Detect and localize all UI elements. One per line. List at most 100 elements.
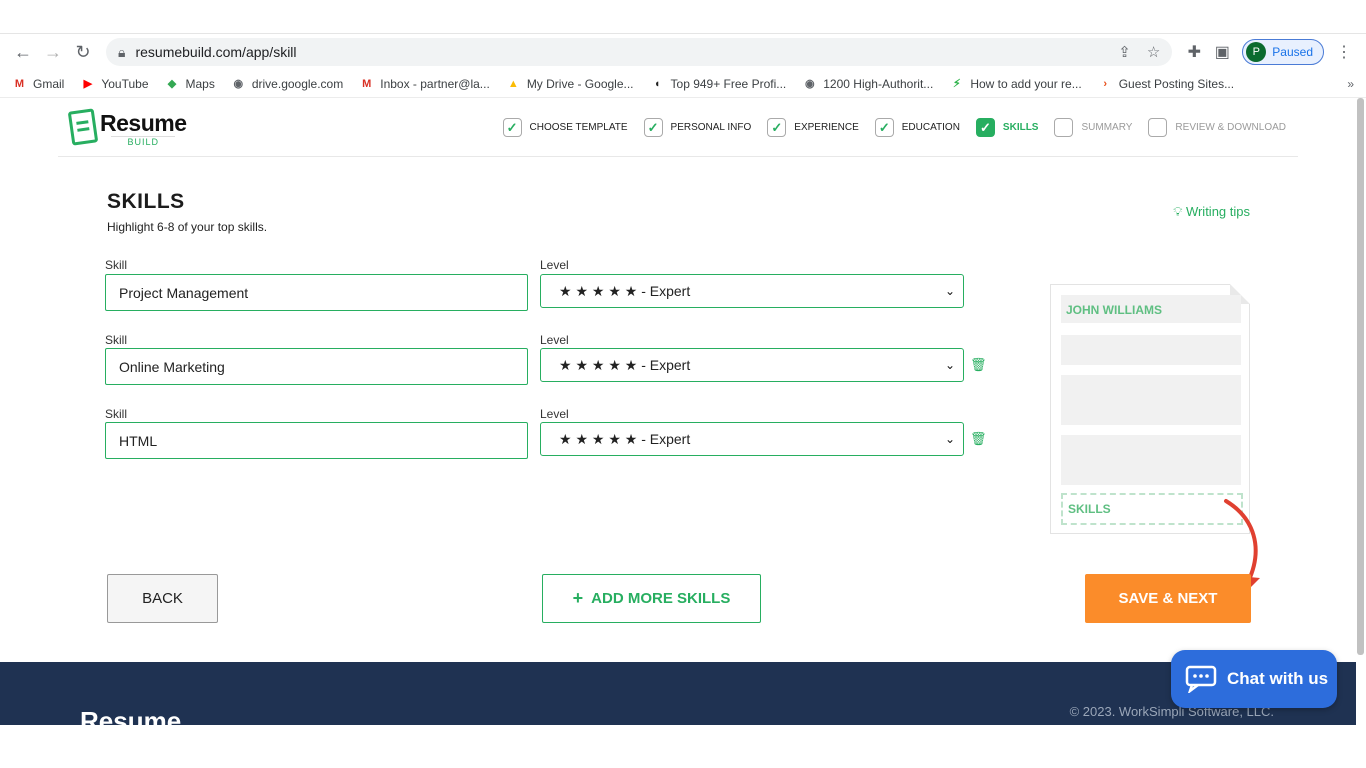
skill-label: Skill bbox=[105, 333, 128, 347]
bookmark-item[interactable]: ◖ Top 949+ Free Profi... bbox=[650, 76, 787, 91]
checkbox-checked-icon: ✓ bbox=[975, 118, 995, 137]
step-item[interactable]: ✓ PERSONAL INFO bbox=[643, 118, 751, 137]
level-select[interactable]: ★ ★ ★ ★ ★ - Expert ⌄ bbox=[540, 274, 964, 308]
reload-icon[interactable]: ↻ bbox=[68, 37, 98, 67]
skill-value: Project Management bbox=[119, 284, 249, 301]
bookmark-label: Gmail bbox=[33, 76, 65, 91]
save-next-button[interactable]: SAVE & NEXT bbox=[1085, 574, 1251, 623]
resume-build-logo[interactable]: Resume BUILD bbox=[67, 108, 187, 147]
next-label: SAVE & NEXT bbox=[1118, 590, 1218, 607]
drive-icon: ▲ bbox=[507, 77, 519, 90]
step-item[interactable]: ✓ EDUCATION bbox=[874, 118, 960, 137]
bookmarks-bar: M Gmail ▶ YouTube ◆ Maps ◉ drive.google.com M Inb… bbox=[0, 70, 1366, 98]
profile-status: Paused bbox=[1272, 45, 1313, 59]
bookmark-item[interactable]: ◉ 1200 High-Authorit... bbox=[802, 76, 933, 91]
skill-value: Online Marketing bbox=[119, 358, 225, 375]
profile-button[interactable]: P Paused bbox=[1242, 39, 1324, 65]
gmail-icon: M bbox=[14, 77, 25, 90]
bookmark-label: YouTube bbox=[101, 76, 149, 91]
bookmark-label: Guest Posting Sites... bbox=[1118, 76, 1235, 91]
bookmark-item[interactable]: ▲ My Drive - Google... bbox=[506, 76, 634, 91]
star-icon[interactable]: ☆ bbox=[1147, 43, 1160, 61]
address-bar[interactable]: 🔒︎ resumebuild.com/app/skill ⇪ ☆ bbox=[106, 38, 1173, 66]
bookmark-item[interactable]: ◆ Maps bbox=[165, 76, 215, 91]
writing-tips-link[interactable]: 💡︎ Writing tips bbox=[1173, 204, 1250, 220]
step-item[interactable]: ✓ CHOOSE TEMPLATE bbox=[502, 118, 628, 137]
step-label: EXPERIENCE bbox=[794, 122, 859, 133]
bookmark-item[interactable]: M Inbox - partner@la... bbox=[359, 76, 490, 91]
skill-label: Skill bbox=[105, 258, 128, 272]
step-item[interactable]: ✓ SKILLS bbox=[975, 118, 1039, 137]
back-arrow-icon[interactable]: ← bbox=[8, 37, 38, 67]
globe-icon: ◉ bbox=[233, 78, 244, 90]
trash-icon[interactable]: 🗑︎ bbox=[970, 357, 987, 373]
level-select[interactable]: ★ ★ ★ ★ ★ - Expert ⌄ bbox=[540, 422, 964, 456]
level-value: ★ ★ ★ ★ ★ - Expert bbox=[559, 356, 691, 373]
bookmark-label: My Drive - Google... bbox=[526, 76, 634, 91]
bookmark-item[interactable]: › Guest Posting Sites... bbox=[1098, 76, 1234, 91]
share-icon[interactable]: ⇪ bbox=[1118, 43, 1131, 61]
step-label: REVIEW & DOWNLOAD bbox=[1175, 122, 1286, 133]
extensions-icon[interactable]: ✚ bbox=[1180, 42, 1208, 62]
back-label: BACK bbox=[142, 590, 183, 607]
skill-input[interactable]: Online Marketing bbox=[105, 348, 528, 385]
step-item[interactable]: ✓ EXPERIENCE bbox=[767, 118, 859, 137]
step-label: EDUCATION bbox=[901, 122, 960, 133]
bookmark-item[interactable]: ▶ YouTube bbox=[80, 76, 149, 91]
level-select[interactable]: ★ ★ ★ ★ ★ - Expert ⌄ bbox=[540, 348, 964, 382]
preview-skills-section: SKILLS bbox=[1061, 493, 1243, 525]
level-value: ★ ★ ★ ★ ★ - Expert bbox=[559, 282, 691, 299]
checkbox-checked-icon: ✓ bbox=[874, 118, 894, 137]
writing-tips-label: Writing tips bbox=[1185, 204, 1250, 219]
logo-name: Resume bbox=[100, 110, 187, 136]
lock-icon: 🔒︎ bbox=[118, 43, 126, 60]
bookmark-item[interactable]: ⚡︎ How to add your re... bbox=[949, 76, 1082, 91]
level-value: ★ ★ ★ ★ ★ - Expert bbox=[559, 430, 691, 447]
chat-with-us-button[interactable]: Chat with us bbox=[1171, 650, 1337, 708]
maps-icon: ◆ bbox=[167, 78, 177, 90]
page-content: Resume BUILD ✓ CHOOSE TEMPLATE ✓ PERSONAL I… bbox=[0, 98, 1366, 725]
bookmark-item[interactable]: M Gmail bbox=[12, 76, 64, 91]
trash-icon[interactable]: 🗑︎ bbox=[970, 431, 987, 447]
avatar: P bbox=[1246, 42, 1267, 62]
menu-icon[interactable]: ⋮ bbox=[1330, 42, 1358, 62]
back-button[interactable]: BACK bbox=[107, 574, 218, 623]
preview-name: JOHN WILLIAMS bbox=[1061, 295, 1241, 323]
document-icon bbox=[67, 108, 99, 146]
bookmark-label: Inbox - partner@la... bbox=[380, 76, 490, 91]
bookmark-label: Top 949+ Free Profi... bbox=[670, 76, 787, 91]
bookmark-label: 1200 High-Authorit... bbox=[823, 76, 934, 91]
step-item[interactable]: REVIEW & DOWNLOAD bbox=[1148, 118, 1286, 137]
browser-tab-strip bbox=[0, 0, 1366, 34]
url-text: resumebuild.com/app/skill bbox=[135, 44, 297, 60]
progress-steps: ✓ CHOOSE TEMPLATE ✓ PERSONAL INFO ✓ EXPERIENC… bbox=[495, 118, 1286, 137]
page-subtitle: Highlight 6-8 of your top skills. bbox=[107, 220, 268, 234]
more-bookmarks-icon[interactable]: » bbox=[1347, 77, 1354, 91]
step-label: SKILLS bbox=[1002, 122, 1039, 133]
chat-label: Chat with us bbox=[1227, 669, 1329, 688]
preview-block bbox=[1061, 375, 1241, 425]
skill-input[interactable]: HTML bbox=[105, 422, 528, 459]
add-label: ADD MORE SKILLS bbox=[591, 590, 731, 607]
step-label: SUMMARY bbox=[1081, 122, 1133, 133]
globe-icon: ◉ bbox=[804, 78, 815, 90]
side-panel-icon[interactable]: ▣ bbox=[1208, 42, 1236, 62]
gmail-icon: M bbox=[362, 77, 372, 90]
forward-arrow-icon[interactable]: → bbox=[38, 37, 68, 67]
bookmark-label: How to add your re... bbox=[970, 76, 1082, 91]
feed-icon: ◖ bbox=[653, 77, 661, 90]
scrollbar[interactable] bbox=[1357, 98, 1364, 655]
skill-input[interactable]: Project Management bbox=[105, 274, 528, 311]
bookmark-item[interactable]: ◉ drive.google.com bbox=[231, 76, 344, 91]
checkbox-checked-icon: ✓ bbox=[643, 118, 663, 137]
logo-sub: BUILD bbox=[111, 136, 175, 147]
level-label: Level bbox=[540, 258, 569, 272]
add-more-skills-button[interactable]: + ADD MORE SKILLS bbox=[542, 574, 761, 623]
footer-logo: Resume bbox=[80, 706, 182, 725]
bookmark-label: drive.google.com bbox=[251, 76, 344, 91]
chevron-down-icon: ⌄ bbox=[944, 284, 955, 298]
page-title: SKILLS bbox=[107, 190, 185, 213]
step-item[interactable]: SUMMARY bbox=[1054, 118, 1132, 137]
level-label: Level bbox=[540, 407, 569, 421]
empty-checkbox-icon bbox=[1054, 118, 1074, 137]
